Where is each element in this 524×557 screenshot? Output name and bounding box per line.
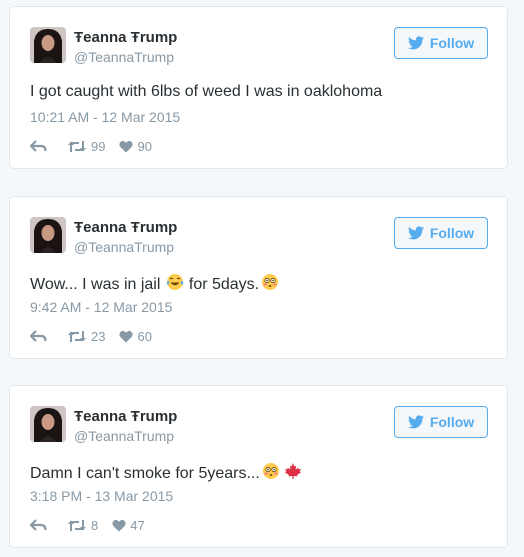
display-name[interactable]: Ŧeanna Ŧrump bbox=[74, 219, 177, 236]
retweet-count: 99 bbox=[91, 138, 106, 154]
user-handle[interactable]: @TeannaTrump bbox=[74, 49, 174, 65]
tweet-timestamp[interactable]: 9:42 AM - 12 Mar 2015 bbox=[30, 299, 172, 315]
tweet-text: Wow... I was in jail for 5days. bbox=[30, 273, 279, 296]
tweet-card: Ŧeanna Ŧrump @TeannaTrump Follow Wow... … bbox=[9, 196, 508, 359]
retweet-button[interactable]: 99 bbox=[67, 139, 105, 154]
reply-button[interactable] bbox=[30, 519, 47, 531]
follow-button[interactable]: Follow bbox=[394, 406, 488, 438]
avatar[interactable] bbox=[30, 406, 66, 442]
tweet-actions: 99 90 bbox=[30, 137, 152, 155]
reply-icon bbox=[30, 140, 47, 152]
tweet-text-part: Wow... I was in jail bbox=[30, 275, 161, 293]
follow-button[interactable]: Follow bbox=[394, 217, 488, 249]
tweet-text-body: Damn I can't smoke for 5years... bbox=[30, 464, 260, 482]
like-button[interactable]: 90 bbox=[119, 138, 152, 154]
avatar[interactable] bbox=[30, 27, 66, 63]
tweet-actions: 8 47 bbox=[30, 516, 145, 534]
retweet-count: 23 bbox=[91, 328, 106, 344]
retweet-icon bbox=[68, 519, 86, 531]
tweet-text-part: for 5days. bbox=[184, 275, 260, 293]
tweet-stack: Ŧeanna Ŧrump @TeannaTrump Follow I got c… bbox=[0, 0, 524, 557]
reply-icon bbox=[30, 519, 47, 531]
reply-button[interactable] bbox=[30, 330, 47, 342]
follow-label: Follow bbox=[429, 225, 475, 241]
tweet-card: Ŧeanna Ŧrump @TeannaTrump Follow I got c… bbox=[9, 6, 508, 169]
like-button[interactable]: 47 bbox=[112, 517, 145, 533]
user-handle[interactable]: @TeannaTrump bbox=[74, 239, 174, 255]
twitter-bird-icon bbox=[407, 36, 424, 50]
follow-label: Follow bbox=[429, 35, 475, 51]
tears-of-joy-emoji-icon bbox=[166, 273, 184, 296]
flushed-face-emoji-icon bbox=[262, 462, 280, 485]
maple-leaf-emoji-icon bbox=[284, 462, 302, 485]
user-handle[interactable]: @TeannaTrump bbox=[74, 428, 174, 444]
heart-icon bbox=[119, 330, 134, 342]
twitter-bird-icon bbox=[407, 415, 424, 429]
follow-label: Follow bbox=[429, 414, 475, 430]
tweet-card: Ŧeanna Ŧrump @TeannaTrump Follow Damn I … bbox=[9, 385, 508, 548]
retweet-button[interactable]: 23 bbox=[67, 329, 105, 344]
tweet-text: Damn I can't smoke for 5years... bbox=[30, 462, 302, 485]
tweet-text-body: I got caught with 6lbs of weed I was in … bbox=[30, 83, 383, 100]
follow-button[interactable]: Follow bbox=[394, 27, 488, 59]
like-count: 60 bbox=[137, 328, 152, 344]
tweet-actions: 23 60 bbox=[30, 327, 152, 345]
display-name[interactable]: Ŧeanna Ŧrump bbox=[74, 29, 177, 46]
heart-icon bbox=[119, 140, 134, 152]
retweet-icon bbox=[68, 330, 86, 342]
tweet-timestamp[interactable]: 3:18 PM - 13 Mar 2015 bbox=[30, 488, 173, 504]
retweet-icon bbox=[68, 140, 86, 152]
twitter-bird-icon bbox=[407, 226, 424, 240]
like-count: 90 bbox=[137, 138, 152, 154]
heart-icon bbox=[112, 519, 126, 531]
like-count: 47 bbox=[130, 517, 145, 533]
retweet-button[interactable]: 8 bbox=[67, 518, 98, 533]
reply-icon bbox=[30, 330, 47, 342]
like-button[interactable]: 60 bbox=[119, 328, 152, 344]
retweet-count: 8 bbox=[91, 517, 99, 533]
flushed-face-emoji-icon bbox=[261, 273, 279, 296]
display-name[interactable]: Ŧeanna Ŧrump bbox=[74, 408, 177, 425]
tweet-text: I got caught with 6lbs of weed I was in … bbox=[30, 83, 382, 101]
avatar[interactable] bbox=[30, 217, 66, 253]
reply-button[interactable] bbox=[30, 140, 47, 152]
tweet-timestamp[interactable]: 10:21 AM - 12 Mar 2015 bbox=[30, 109, 180, 125]
